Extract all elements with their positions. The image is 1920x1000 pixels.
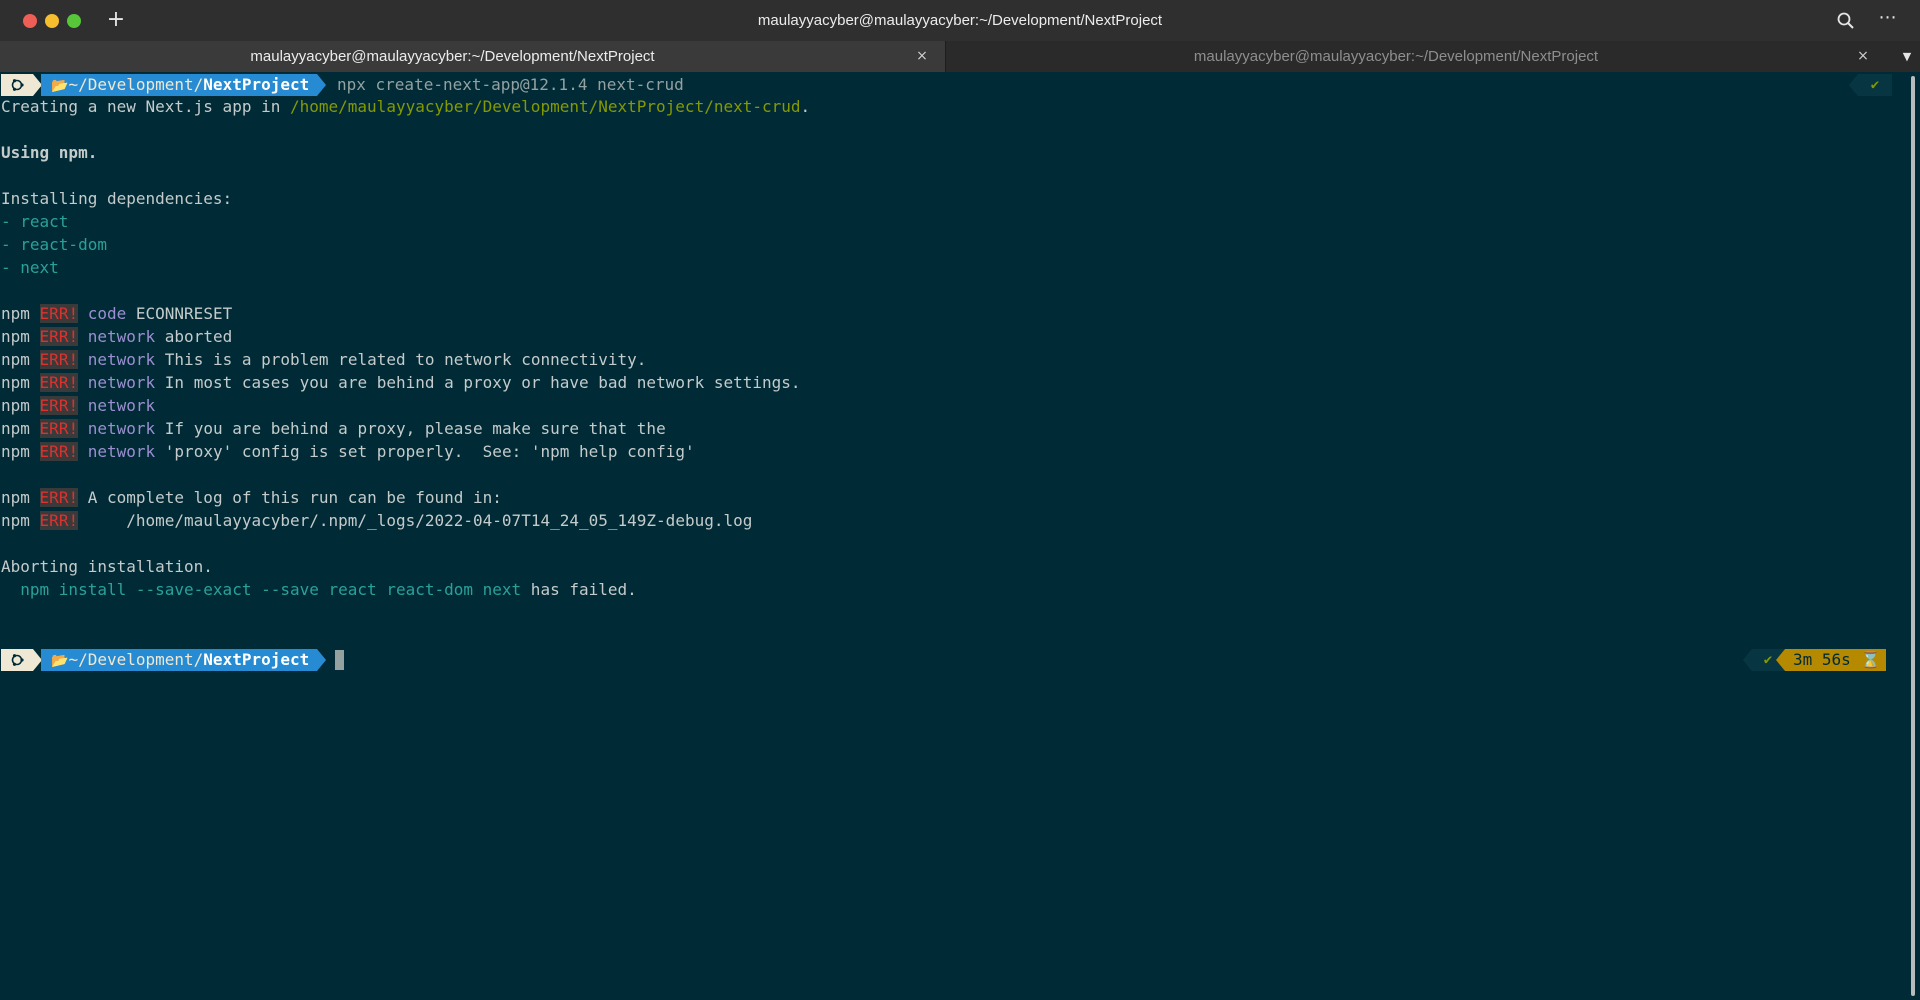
folder-icon: 📂: [51, 653, 69, 669]
close-window-button[interactable]: [23, 14, 37, 28]
hourglass-icon: ⌛: [1860, 650, 1881, 669]
scrollbar-thumb[interactable]: [1911, 76, 1915, 996]
tab-label: maulayyacyber@maulayyacyber:~/Developmen…: [250, 48, 655, 65]
list-item: - react: [1, 212, 69, 231]
title-bar: + maulayyacyber@maulayyacyber:~/Developm…: [0, 0, 1920, 41]
new-tab-button[interactable]: +: [104, 7, 128, 33]
ubuntu-icon: [1, 74, 33, 96]
close-tab-icon[interactable]: ×: [1854, 41, 1872, 72]
folder-icon: 📂: [51, 78, 69, 94]
failed-line: npm install --save-exact --save react re…: [1, 580, 637, 599]
npm-error-line: npm ERR! network aborted: [1, 327, 233, 346]
npm-error-line: npm ERR! network This is a problem relat…: [1, 350, 647, 369]
npm-error-line: npm ERR! network 'proxy' config is set p…: [1, 442, 695, 461]
maximize-window-button[interactable]: [67, 14, 81, 28]
search-icon: [1837, 12, 1854, 29]
ubuntu-icon: [1, 649, 33, 671]
prompt-line: 📂~/Development/NextProject ✔ 3m 56s ⌛: [1, 649, 1901, 672]
tab-terminal-2[interactable]: maulayyacyber@maulayyacyber:~/Developmen…: [946, 41, 1886, 72]
elapsed-time: 3m 56s ⌛: [1785, 649, 1887, 671]
close-tab-icon[interactable]: ×: [913, 41, 931, 72]
list-item: - react-dom: [1, 235, 107, 254]
prompt-line: 📂~/Development/NextProject npx create-ne…: [1, 74, 1901, 97]
command-text: npx create-next-app@12.1.4 next-crud: [337, 75, 684, 94]
tab-terminal-1[interactable]: maulayyacyber@maulayyacyber:~/Developmen…: [0, 41, 946, 72]
minimize-window-button[interactable]: [45, 14, 59, 28]
search-button[interactable]: [1834, 9, 1858, 33]
tab-label: maulayyacyber@maulayyacyber:~/Developmen…: [1193, 48, 1599, 65]
menu-button[interactable]: ⋯: [1874, 6, 1902, 34]
npm-error-line: npm ERR! A complete log of this run can …: [1, 488, 502, 507]
tab-bar: maulayyacyber@maulayyacyber:~/Developmen…: [0, 41, 1920, 73]
npm-error-line: npm ERR! network: [1, 396, 156, 415]
npm-error-line: npm ERR! /home/maulayyacyber/.npm/_logs/…: [1, 511, 753, 530]
using-line: Using npm.: [1, 143, 98, 162]
creating-line: Creating a new Next.js app in /home/maul…: [1, 97, 811, 116]
tabs-dropdown-button[interactable]: ▼: [1894, 41, 1920, 72]
npm-error-line: npm ERR! network If you are behind a pro…: [1, 419, 666, 438]
npm-error-line: npm ERR! code ECONNRESET: [1, 304, 233, 323]
installing-line: Installing dependencies:: [1, 189, 233, 208]
terminal-output[interactable]: 📂~/Development/NextProject npx create-ne…: [0, 72, 1906, 1000]
status-ok-icon: ✔: [1858, 74, 1892, 96]
list-item: - next: [1, 258, 59, 277]
prompt-directory: 📂~/Development/NextProject: [41, 74, 318, 96]
aborting-line: Aborting installation.: [1, 557, 213, 576]
terminal-cursor: [335, 650, 344, 670]
prompt-directory: 📂~/Development/NextProject: [41, 649, 318, 671]
npm-error-line: npm ERR! network In most cases you are b…: [1, 373, 801, 392]
window-title: maulayyacyber@maulayyacyber:~/Developmen…: [757, 12, 1163, 29]
